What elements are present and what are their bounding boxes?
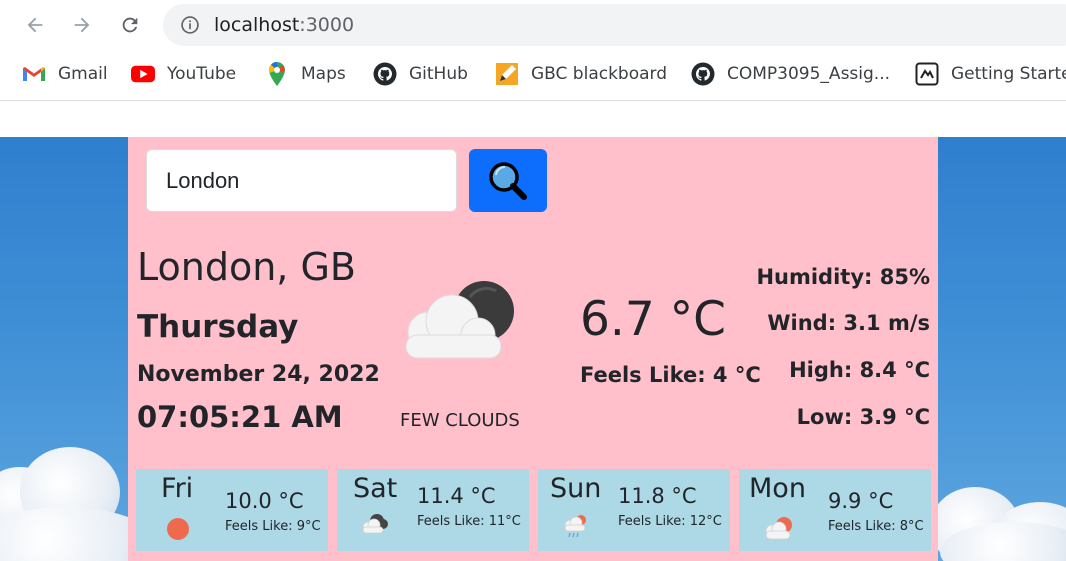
forecast-day: Fri <box>161 473 194 504</box>
sun-icon <box>167 518 189 540</box>
magnifier-icon <box>489 161 527 200</box>
github-icon <box>691 62 715 86</box>
forecast-card: Fri 10.0 °C Feels Like: 9°C <box>136 469 328 551</box>
forecast-card: Sun 11.8 °C Feels Like: 12°C <box>538 469 730 551</box>
current-date: November 24, 2022 <box>137 362 380 387</box>
bookmark-label: YouTube <box>167 64 237 84</box>
forecast-temperature: 11.4 °C <box>417 484 496 508</box>
url-host: localhost <box>214 14 300 36</box>
bookmark-github[interactable]: GitHub <box>373 62 468 86</box>
bookmark-gbc-blackboard[interactable]: GBC blackboard <box>495 62 667 86</box>
maps-icon <box>265 62 289 86</box>
browser-chrome: localhost:3000 Gmail YouTube Maps GitHub <box>0 0 1066 100</box>
search-button[interactable] <box>469 149 547 212</box>
info-icon[interactable] <box>180 15 200 35</box>
forecast-day: Sun <box>550 473 602 504</box>
city-name: London, GB <box>137 245 356 289</box>
bookmark-gmail[interactable]: Gmail <box>22 62 108 86</box>
few-clouds-night-icon <box>405 281 514 359</box>
forecast-feels-like: Feels Like: 11°C <box>417 514 521 529</box>
back-arrow-icon <box>27 17 43 33</box>
high-temperature: High: 8.4 °C <box>789 358 930 382</box>
weather-description: FEW CLOUDS <box>400 410 520 431</box>
current-time: 07:05:21 AM <box>137 400 343 434</box>
url-text: localhost:3000 <box>214 14 354 36</box>
bookmarks-bar: Gmail YouTube Maps GitHub GBC blackboard <box>0 56 1066 92</box>
forecast-card: Mon 9.9 °C Feels Like: 8°C <box>739 469 931 551</box>
gmail-icon <box>22 62 46 86</box>
bookmark-label: GitHub <box>409 64 468 84</box>
forecast-temperature: 9.9 °C <box>828 489 894 513</box>
forecast-day: Sat <box>353 473 398 504</box>
reload-icon <box>122 17 138 33</box>
low-temperature: Low: 3.9 °C <box>796 405 930 429</box>
forward-button[interactable] <box>67 10 97 40</box>
bookmark-label: Gmail <box>58 64 108 84</box>
forecast-feels-like: Feels Like: 9°C <box>225 519 321 534</box>
getting-started-icon <box>915 62 939 86</box>
forecast-temperature: 10.0 °C <box>225 489 304 513</box>
current-temperature: 6.7 °C <box>580 292 727 347</box>
back-button[interactable] <box>20 10 50 40</box>
city-search-value: London <box>166 167 240 193</box>
forward-arrow-icon <box>74 17 90 33</box>
forecast-card: Sat 11.4 °C Feels Like: 11°C <box>337 469 529 551</box>
weather-card: London London, GB Thursday November 24, … <box>128 137 938 561</box>
dark-clouds-icon <box>362 514 388 534</box>
bookmark-maps[interactable]: Maps <box>265 62 346 86</box>
bookmark-comp3095[interactable]: COMP3095_Assig... <box>691 62 890 86</box>
forecast-feels-like: Feels Like: 8°C <box>828 519 924 534</box>
bookmark-label: Maps <box>301 64 346 84</box>
youtube-icon <box>131 62 155 86</box>
feels-like: Feels Like: 4 °C <box>580 363 761 387</box>
bookmark-getting-started[interactable]: Getting Starte <box>915 62 1066 86</box>
day-of-week: Thursday <box>137 309 299 345</box>
bookmark-label: Getting Starte <box>951 64 1066 84</box>
forecast-feels-like: Feels Like: 12°C <box>618 514 722 529</box>
bookmark-label: COMP3095_Assig... <box>727 64 891 84</box>
bookmark-youtube[interactable]: YouTube <box>131 62 236 86</box>
url-port: :3000 <box>299 14 355 36</box>
reload-button[interactable] <box>115 10 145 40</box>
wind-speed: Wind: 3.1 m/s <box>767 311 930 335</box>
humidity: Humidity: 85% <box>756 265 930 289</box>
forecast-day: Mon <box>749 473 806 504</box>
forecast-temperature: 11.8 °C <box>618 484 697 508</box>
sun-cloud-icon <box>765 517 792 540</box>
bookmark-label: GBC blackboard <box>531 64 668 84</box>
address-bar[interactable]: localhost:3000 <box>163 4 1066 46</box>
blackboard-icon <box>495 62 519 86</box>
weather-page: London London, GB Thursday November 24, … <box>0 101 1066 561</box>
rain-cloud-icon <box>564 515 586 538</box>
github-icon <box>373 62 397 86</box>
city-search-input[interactable]: London <box>146 149 457 212</box>
